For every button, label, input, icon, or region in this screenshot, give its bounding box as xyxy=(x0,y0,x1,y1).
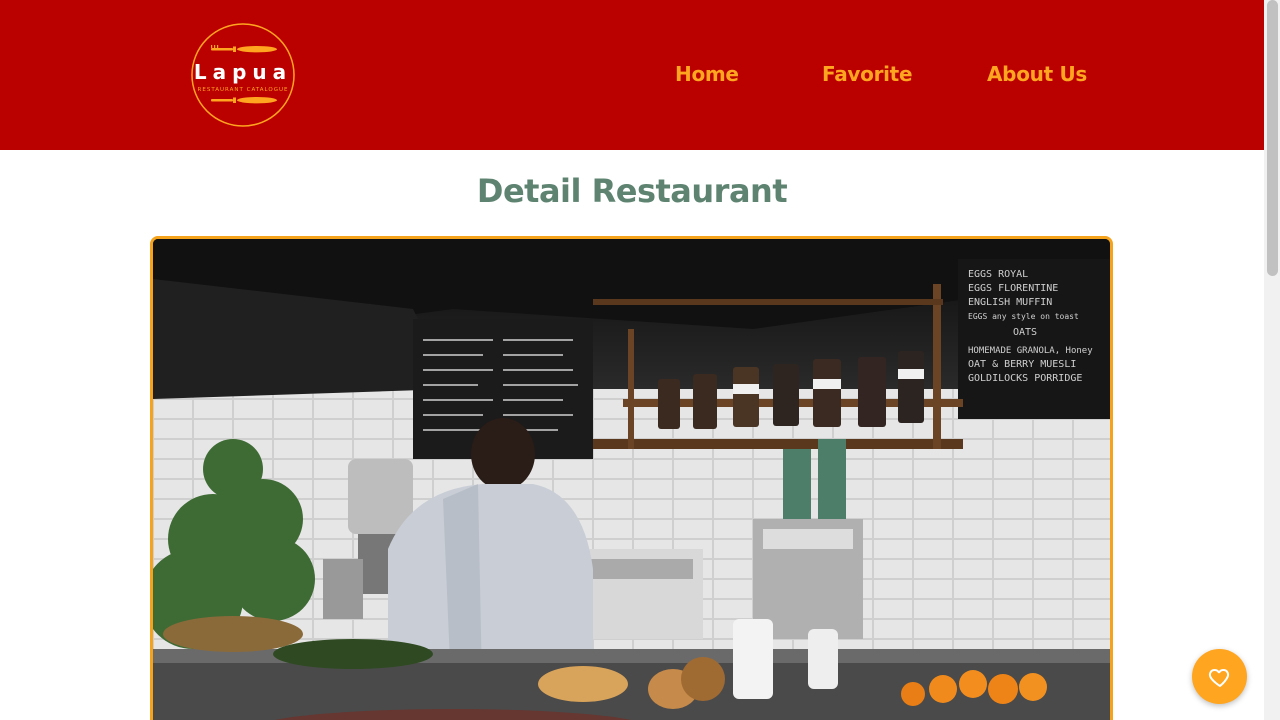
main-navigation: Home Favorite About Us xyxy=(0,62,1264,92)
restaurant-scene-image: EGGS ROYAL EGGS FLORENTINE ENGLISH MUFFI… xyxy=(153,239,1110,720)
menu-line-3: ENGLISH MUFFIN xyxy=(968,297,1052,308)
nav-link-favorite[interactable]: Favorite xyxy=(822,62,913,86)
menu-line-6: HOMEMADE GRANOLA, Honey xyxy=(968,346,1093,356)
menu-line-1: EGGS ROYAL xyxy=(968,269,1028,280)
nav-link-home[interactable]: Home xyxy=(675,62,739,86)
site-header: Lapua RESTAURANT CATALOGUE Home Favorite… xyxy=(0,0,1264,150)
nav-link-about-us[interactable]: About Us xyxy=(987,62,1087,86)
page-scrollbar[interactable] xyxy=(1264,0,1280,720)
page-title: Detail Restaurant xyxy=(476,172,788,210)
menu-line-8: GOLDILOCKS PORRIDGE xyxy=(968,373,1082,384)
menu-line-7: OAT & BERRY MUESLI xyxy=(968,359,1076,370)
menu-line-4: EGGS any style on toast xyxy=(968,312,1079,321)
heart-icon xyxy=(1208,668,1229,687)
menu-line-2: EGGS FLORENTINE xyxy=(968,283,1058,294)
menu-line-5: OATS xyxy=(1013,327,1037,338)
favorite-button[interactable] xyxy=(1192,649,1247,704)
scrollbar-thumb[interactable] xyxy=(1267,0,1278,276)
restaurant-photo: EGGS ROYAL EGGS FLORENTINE ENGLISH MUFFI… xyxy=(150,236,1113,720)
